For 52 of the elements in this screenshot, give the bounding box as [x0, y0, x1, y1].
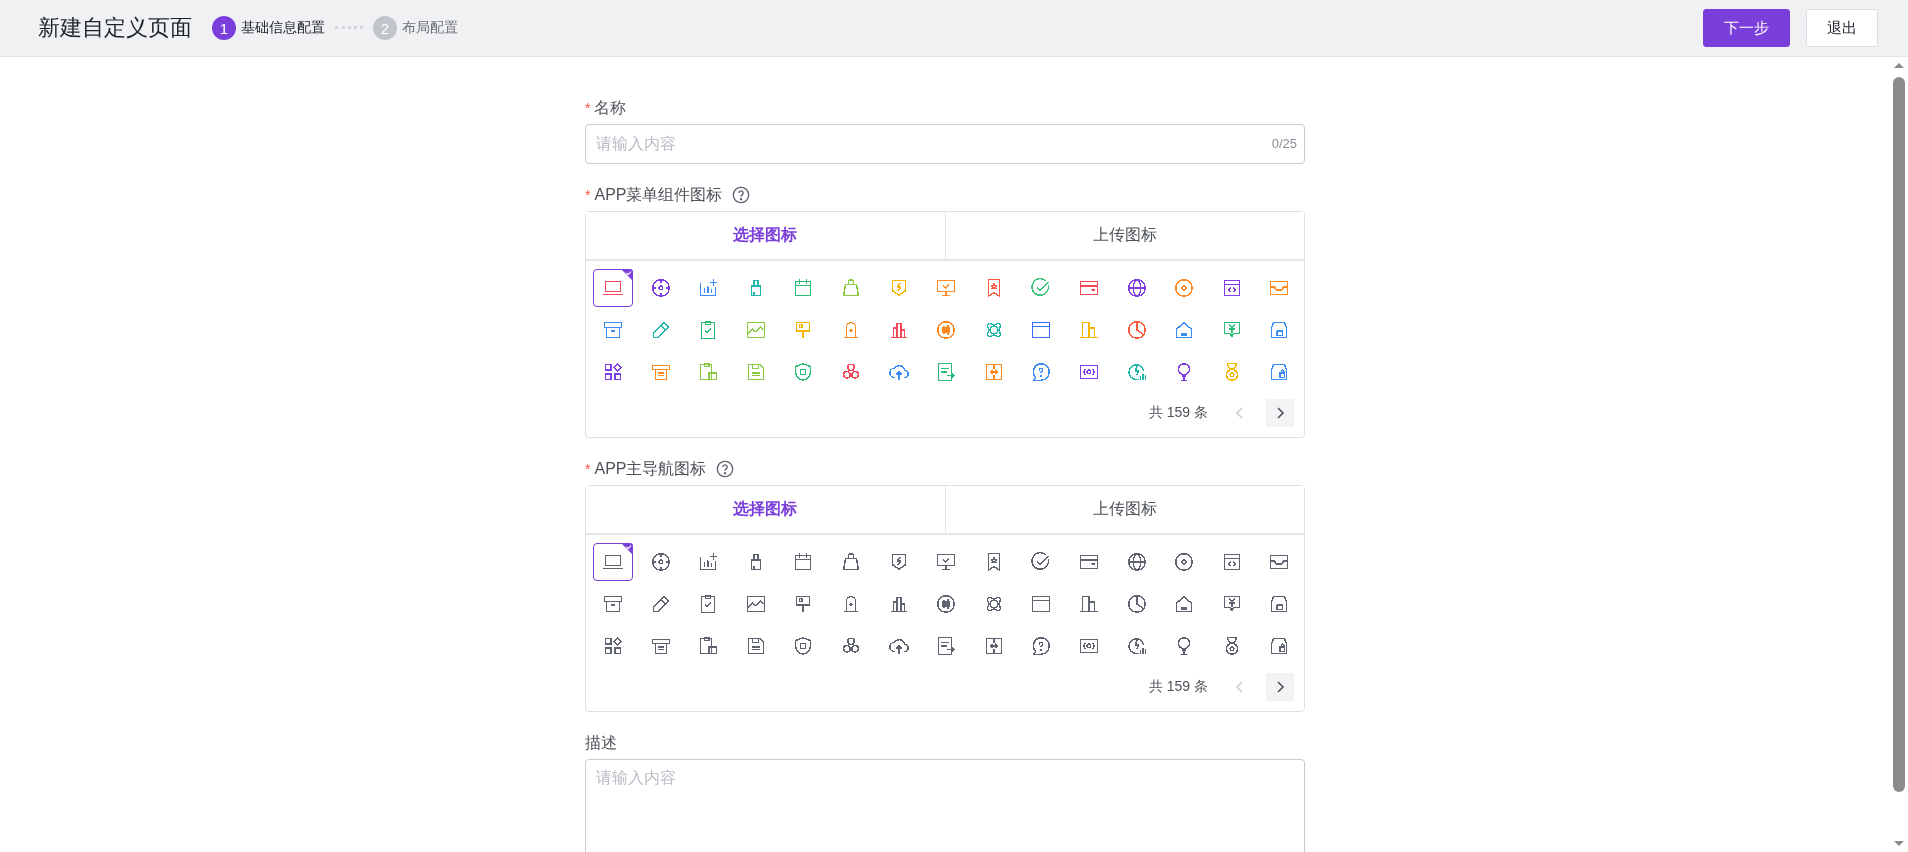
- field-label: 名称: [594, 97, 627, 118]
- chevron-right-icon: [1274, 680, 1286, 694]
- chevron-left-icon: [1234, 406, 1246, 420]
- monitor-check-icon: [935, 551, 958, 573]
- tab[interactable]: 上传图标: [944, 212, 1304, 259]
- scroll-up-icon[interactable]: [1893, 61, 1905, 69]
- scroll-down-icon[interactable]: [1893, 840, 1905, 848]
- next-page-button[interactable]: [1266, 673, 1294, 701]
- scrollbar-thumb[interactable]: [1893, 77, 1905, 792]
- help-icon[interactable]: [732, 186, 751, 204]
- field-label: APP菜单组件图标: [594, 184, 723, 205]
- required-mark: *: [585, 187, 591, 203]
- help-icon[interactable]: [716, 460, 735, 478]
- chevron-left-icon: [1234, 680, 1246, 694]
- description-textarea[interactable]: 请输入内容: [585, 759, 1305, 852]
- coin-icon: [1173, 551, 1196, 573]
- icon-option[interactable]: [593, 269, 633, 307]
- step-number: 1: [212, 16, 236, 40]
- image-chart-icon: [744, 593, 767, 615]
- help-bubble-icon: [1030, 635, 1053, 657]
- step-label: 布局配置: [402, 19, 458, 37]
- audio-icon: [935, 593, 958, 615]
- doc-transfer-icon: [935, 635, 958, 657]
- bolt-chart-icon: [1125, 635, 1148, 657]
- globe-icon: [1125, 551, 1148, 573]
- browser-icon: [1030, 593, 1053, 615]
- tab[interactable]: 上传图标: [944, 486, 1304, 533]
- page-title: 新建自定义页面: [38, 14, 192, 42]
- total-count: 共 159 条: [1148, 404, 1208, 422]
- next-page-button[interactable]: [1266, 399, 1294, 427]
- check-corner-icon: [621, 543, 633, 555]
- step-number: 2: [373, 16, 397, 40]
- field-label: 描述: [585, 732, 617, 753]
- pie-icon: [1125, 593, 1148, 615]
- next-step-button[interactable]: 下一步: [1703, 9, 1790, 47]
- icon-option[interactable]: [593, 543, 633, 581]
- archive-icon: [602, 593, 624, 615]
- total-count: 共 159 条: [1148, 678, 1208, 696]
- apps-icon: [602, 635, 624, 657]
- building-icon: [1077, 593, 1100, 615]
- chart-add-icon: [697, 551, 720, 573]
- check-corner-icon: [621, 269, 633, 281]
- character-counter: 0/25: [1271, 136, 1297, 151]
- required-mark: *: [585, 100, 591, 116]
- step-label: 基础信息配置: [241, 19, 325, 37]
- target-icon: [649, 551, 672, 573]
- required-mark: *: [585, 461, 591, 477]
- chevron-right-icon: [1274, 406, 1286, 420]
- step-connector: [335, 25, 363, 31]
- exit-button[interactable]: 退出: [1806, 9, 1878, 47]
- field-label: APP主导航图标: [594, 458, 707, 479]
- clipboard-bag-icon: [697, 635, 720, 657]
